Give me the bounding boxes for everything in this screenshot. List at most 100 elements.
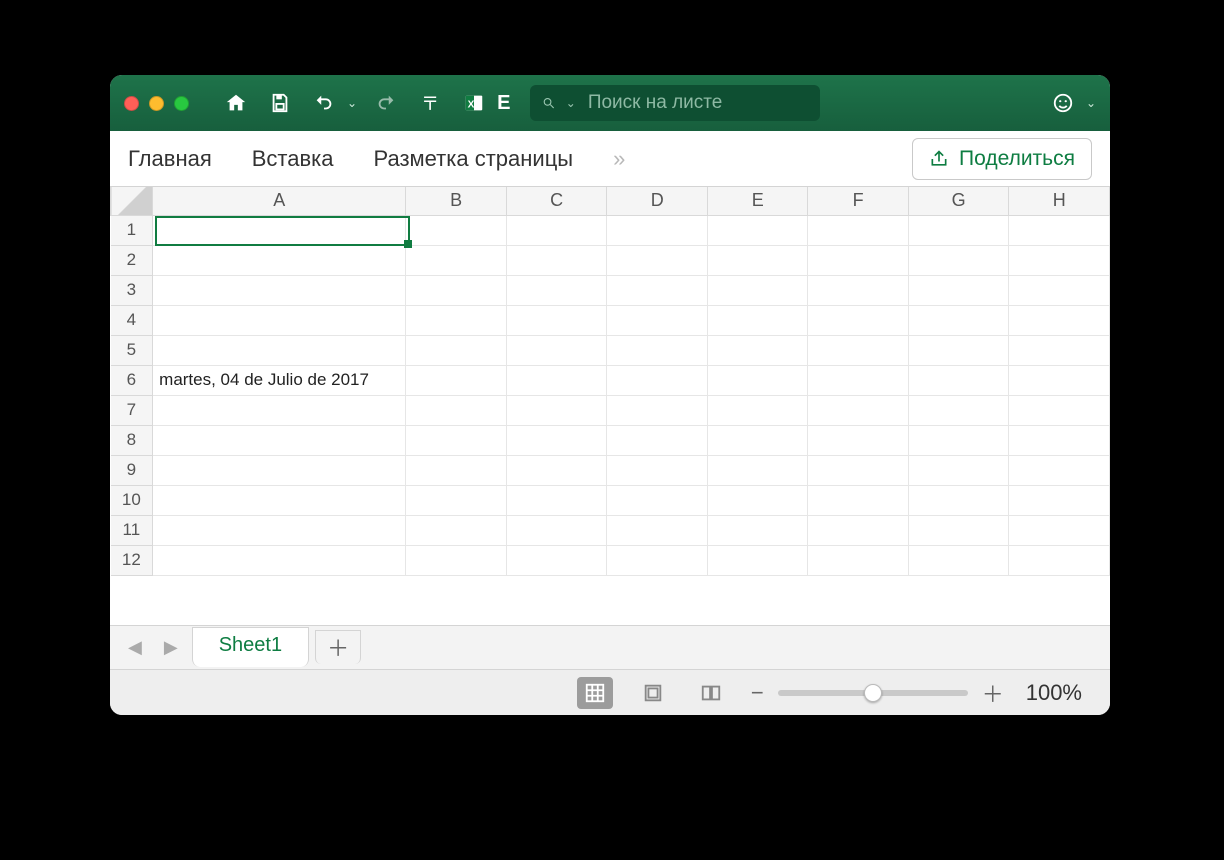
cell-C10[interactable] [506, 485, 607, 515]
cell-E6[interactable] [707, 365, 807, 395]
add-sheet-button[interactable]: ＋ [315, 630, 361, 664]
cell-B11[interactable] [406, 515, 506, 545]
zoom-slider[interactable] [778, 690, 968, 696]
cell-B5[interactable] [406, 335, 506, 365]
cell-A6[interactable]: martes, 04 de Julio de 2017 [153, 365, 406, 395]
cell-A8[interactable] [153, 425, 406, 455]
cell-G1[interactable] [908, 215, 1009, 245]
cell-F4[interactable] [808, 305, 908, 335]
cell-E5[interactable] [707, 335, 807, 365]
col-header-C[interactable]: C [506, 187, 607, 215]
cell-G5[interactable] [908, 335, 1009, 365]
row-header-12[interactable]: 12 [111, 545, 153, 575]
cell-C11[interactable] [506, 515, 607, 545]
cell-A10[interactable] [153, 485, 406, 515]
view-page-break-button[interactable] [693, 677, 729, 709]
cell-G9[interactable] [908, 455, 1009, 485]
cell-F2[interactable] [808, 245, 908, 275]
zoom-in-button[interactable]: ＋ [982, 677, 1004, 709]
cell-E7[interactable] [707, 395, 807, 425]
cell-A5[interactable] [153, 335, 406, 365]
row-header-11[interactable]: 11 [111, 515, 153, 545]
cell-G11[interactable] [908, 515, 1009, 545]
worksheet-grid[interactable]: A B C D E F G H 123456martes, 04 de Juli… [110, 187, 1110, 625]
home-icon[interactable] [221, 87, 251, 119]
cell-H7[interactable] [1009, 395, 1110, 425]
cell-B10[interactable] [406, 485, 506, 515]
cell-H6[interactable] [1009, 365, 1110, 395]
cell-B4[interactable] [406, 305, 506, 335]
cell-H3[interactable] [1009, 275, 1110, 305]
cell-G12[interactable] [908, 545, 1009, 575]
tab-insert[interactable]: Вставка [252, 146, 334, 172]
zoom-out-button[interactable]: − [751, 680, 764, 706]
cell-G10[interactable] [908, 485, 1009, 515]
cell-D2[interactable] [607, 245, 708, 275]
tabs-overflow-icon[interactable]: » [613, 146, 623, 172]
zoom-slider-thumb[interactable] [864, 684, 882, 702]
cell-A2[interactable] [153, 245, 406, 275]
cell-D1[interactable] [607, 215, 708, 245]
cell-E9[interactable] [707, 455, 807, 485]
col-header-D[interactable]: D [607, 187, 708, 215]
cell-E12[interactable] [707, 545, 807, 575]
qat-customize-icon[interactable]: 〒 [415, 87, 445, 119]
row-header-5[interactable]: 5 [111, 335, 153, 365]
cell-H12[interactable] [1009, 545, 1110, 575]
cell-E1[interactable] [707, 215, 807, 245]
row-header-10[interactable]: 10 [111, 485, 153, 515]
save-icon[interactable] [265, 87, 295, 119]
col-header-E[interactable]: E [707, 187, 807, 215]
cell-F8[interactable] [808, 425, 908, 455]
undo-dropdown-icon[interactable]: ⌄ [347, 96, 357, 110]
cell-E10[interactable] [707, 485, 807, 515]
view-page-layout-button[interactable] [635, 677, 671, 709]
row-header-9[interactable]: 9 [111, 455, 153, 485]
cell-D11[interactable] [607, 515, 708, 545]
cell-D8[interactable] [607, 425, 708, 455]
zoom-level[interactable]: 100% [1026, 680, 1082, 706]
cell-G4[interactable] [908, 305, 1009, 335]
cell-D10[interactable] [607, 485, 708, 515]
cell-D6[interactable] [607, 365, 708, 395]
cell-A3[interactable] [153, 275, 406, 305]
cell-C12[interactable] [506, 545, 607, 575]
smiley-feedback-icon[interactable] [1048, 87, 1078, 119]
cell-F7[interactable] [808, 395, 908, 425]
cell-B7[interactable] [406, 395, 506, 425]
cell-H9[interactable] [1009, 455, 1110, 485]
cell-B12[interactable] [406, 545, 506, 575]
cell-F1[interactable] [808, 215, 908, 245]
cell-H2[interactable] [1009, 245, 1110, 275]
cell-H8[interactable] [1009, 425, 1110, 455]
cell-C5[interactable] [506, 335, 607, 365]
cell-F5[interactable] [808, 335, 908, 365]
cell-A11[interactable] [153, 515, 406, 545]
sheet-tab-active[interactable]: Sheet1 [192, 627, 309, 667]
row-header-1[interactable]: 1 [111, 215, 153, 245]
cell-C9[interactable] [506, 455, 607, 485]
row-header-8[interactable]: 8 [111, 425, 153, 455]
cell-B1[interactable] [406, 215, 506, 245]
select-all-corner[interactable] [111, 187, 153, 215]
col-header-G[interactable]: G [908, 187, 1009, 215]
cell-C1[interactable] [506, 215, 607, 245]
search-box[interactable]: ⌄ [530, 85, 820, 121]
search-input[interactable] [586, 91, 809, 115]
cell-F12[interactable] [808, 545, 908, 575]
cell-B3[interactable] [406, 275, 506, 305]
zoom-window-button[interactable] [174, 96, 189, 111]
cell-E2[interactable] [707, 245, 807, 275]
cell-A1[interactable] [153, 215, 406, 245]
cell-G7[interactable] [908, 395, 1009, 425]
cell-D12[interactable] [607, 545, 708, 575]
cell-C3[interactable] [506, 275, 607, 305]
col-header-F[interactable]: F [808, 187, 908, 215]
cell-D9[interactable] [607, 455, 708, 485]
cell-E4[interactable] [707, 305, 807, 335]
cell-C7[interactable] [506, 395, 607, 425]
cell-A7[interactable] [153, 395, 406, 425]
cell-C6[interactable] [506, 365, 607, 395]
cell-E3[interactable] [707, 275, 807, 305]
cell-G6[interactable] [908, 365, 1009, 395]
